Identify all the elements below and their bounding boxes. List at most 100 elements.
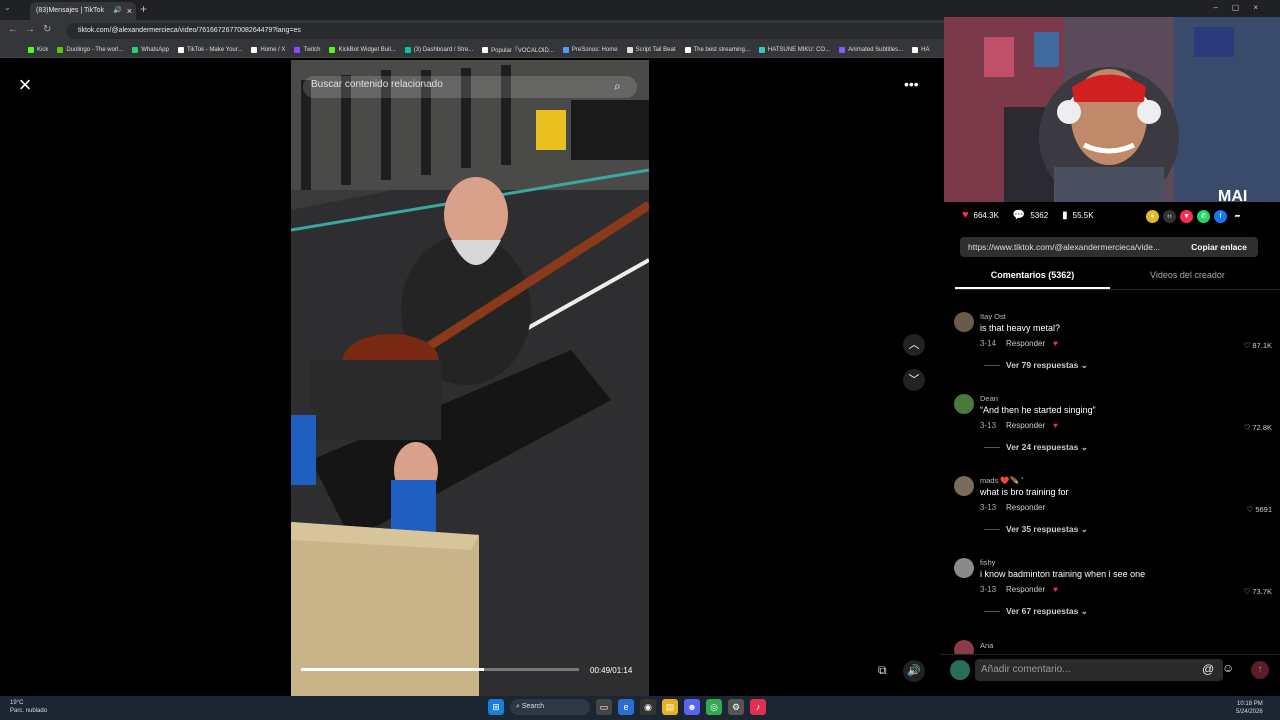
taskbar-search[interactable]: ⌕ Search [510,699,590,715]
settings-icon[interactable]: ⚙ [728,699,744,715]
whatsapp-icon[interactable]: ✆ [1197,210,1210,223]
save-button[interactable]: ▮ 55.5K [1062,210,1093,221]
tab-search-icon[interactable]: ⌄ [4,3,11,12]
avatar[interactable] [954,476,974,496]
comment-username[interactable]: Dean [980,394,998,403]
mention-icon[interactable]: @ [1202,662,1214,676]
reply-button[interactable]: Responder [1006,585,1045,594]
task-view-icon[interactable]: ▭ [596,699,612,715]
bookmark-item[interactable]: Script Tail Beat [626,46,676,53]
system-clock[interactable]: 10:18 PM 5/24/2026 [1236,700,1263,716]
bookmark-item[interactable]: HA [912,46,929,53]
bookmark-item[interactable]: PreSonus: Home [562,46,618,53]
comment-username[interactable]: mads ❤️🪶 ˚ [980,476,1024,485]
bookmark-favicon-icon [28,46,34,53]
comment-like-button[interactable]: ♡ 87.1K [1244,341,1272,350]
view-replies-button[interactable]: Ver 35 respuestas ⌄ [984,524,1088,535]
window-controls[interactable]: –▢× [1213,3,1272,12]
share-link-field[interactable]: https://www.tiktok.com/@alexandermerciec… [960,237,1180,257]
bookmark-item[interactable]: Home / X [251,46,286,53]
like-button[interactable]: ♥ 664.3K [962,209,999,221]
weather-widget[interactable]: 19°C Parc. nublado [10,699,47,715]
comment-likes: 73.7K [1252,587,1272,596]
creator-liked-icon: ♥ [1053,339,1058,348]
reply-button[interactable]: Responder [1006,421,1045,430]
bookmark-item[interactable]: Animated Subtitles... [839,46,903,53]
speaker-icon[interactable]: 🔊 [113,2,122,20]
bookmark-label: Script Tail Beat [635,46,676,53]
tab-comments[interactable]: Comentarios (5362) [955,270,1110,280]
bookmark-item[interactable]: Twitch [294,46,320,53]
more-options-icon[interactable]: ••• [904,76,919,92]
search-icon[interactable]: ⌕ [614,79,621,94]
browser-tab[interactable]: (83)Mensajes | TikTok 🔊 × [30,2,136,20]
share-arrow-icon[interactable]: ➦ [1231,210,1244,223]
close-button[interactable]: × [14,74,36,96]
next-video-button[interactable]: ﹀ [903,369,925,391]
back-icon[interactable]: ← [8,24,18,35]
bookmark-item[interactable]: HATSUNE MIKU: CO... [758,46,830,53]
bookmark-item[interactable]: WhatsApp [132,46,169,53]
bookmark-favicon-icon [839,46,846,53]
video-progress-bar[interactable] [301,668,579,671]
comment-input[interactable]: Añadir comentario... [975,659,1223,681]
volume-icon[interactable]: 🔊 [903,660,925,682]
facebook-icon[interactable]: f [1214,210,1227,223]
avatar[interactable] [954,640,974,654]
reload-icon[interactable]: ↻ [43,24,51,35]
comment-button[interactable]: 💬 5362 [1013,210,1048,221]
avatar[interactable] [954,558,974,578]
view-replies-button[interactable]: Ver 79 respuestas ⌄ [984,360,1088,371]
bookmark-item[interactable]: (3) Dashboard / Stre... [404,46,473,53]
discord-icon[interactable]: ☻ [684,699,700,715]
bookmark-item[interactable]: The best streaming... [684,46,750,53]
send-to-friends-icon[interactable]: ▼ [1180,210,1193,223]
bookmark-item[interactable]: Popular「VOCALOID... [482,45,554,54]
comment-username[interactable]: fishy [980,558,995,567]
music-icon[interactable]: ♪ [750,699,766,715]
tab-creator-videos[interactable]: Videos del creador [1110,270,1265,280]
avatar[interactable] [954,312,974,332]
emoji-icon[interactable]: ☺ [1222,661,1234,675]
embed-icon[interactable]: ‹› [1163,210,1176,223]
comment-like-button[interactable]: ♡ 5691 [1247,505,1273,514]
new-tab-button[interactable]: + [140,2,147,16]
edge-icon[interactable]: e [618,699,634,715]
bookmark-item[interactable]: TikTok - Make Your... [177,46,242,53]
bookmark-label: WhatsApp [141,46,169,53]
comment-username[interactable]: Ana [980,641,993,650]
avatar[interactable] [954,394,974,414]
close-tab-icon[interactable]: × [127,2,132,20]
forward-icon[interactable]: → [25,24,35,35]
comment-username[interactable]: Itay Ost [980,312,1006,321]
bookmark-item[interactable]: Kick [28,46,48,53]
reply-button[interactable]: Responder [1006,503,1045,512]
pip-icon[interactable]: ⧉ [878,663,887,678]
video-player[interactable] [291,60,649,696]
reply-button[interactable]: Responder [1006,339,1045,348]
video-time: 00:49/01:14 [590,666,633,675]
coin-icon[interactable]: ● [1146,210,1159,223]
previous-video-button[interactable]: ︿ [903,334,925,356]
chrome-app-icon[interactable]: ◎ [706,699,722,715]
view-replies-button[interactable]: Ver 24 respuestas ⌄ [984,442,1088,453]
bookmark-item[interactable]: KickBot Widget Buil... [329,46,396,53]
bookmark-label: Home / X [260,46,286,53]
chevron-down-icon: ⌄ [1080,442,1088,452]
taskbar-apps: ⊞ ⌕ Search ▭ e ◉ ▤ ☻ ◎ ⚙ ♪ [488,699,766,715]
send-button[interactable]: ↑ [1251,661,1269,679]
bookmark-favicon-icon [132,46,139,53]
bookmark-item[interactable]: Duolingo - The worl... [57,46,124,53]
view-replies-button[interactable]: Ver 67 respuestas ⌄ [984,606,1088,617]
webcam-image [944,17,1280,202]
comment-like-button[interactable]: ♡ 72.8K [1244,423,1272,432]
share-icons: ● ‹› ▼ ✆ f ➦ [1146,210,1244,223]
comment-like-button[interactable]: ♡ 73.7K [1244,587,1272,596]
bookmark-favicon-icon [562,46,569,53]
file-explorer-icon[interactable]: ▤ [662,699,678,715]
copy-link-button[interactable]: Copiar enlace [1180,237,1258,257]
chrome-icon[interactable]: ◉ [640,699,656,715]
start-icon[interactable]: ⊞ [488,699,504,715]
bookmark-label: Duolingo - The worl... [66,46,124,53]
bookmark-label: The best streaming... [693,46,750,53]
